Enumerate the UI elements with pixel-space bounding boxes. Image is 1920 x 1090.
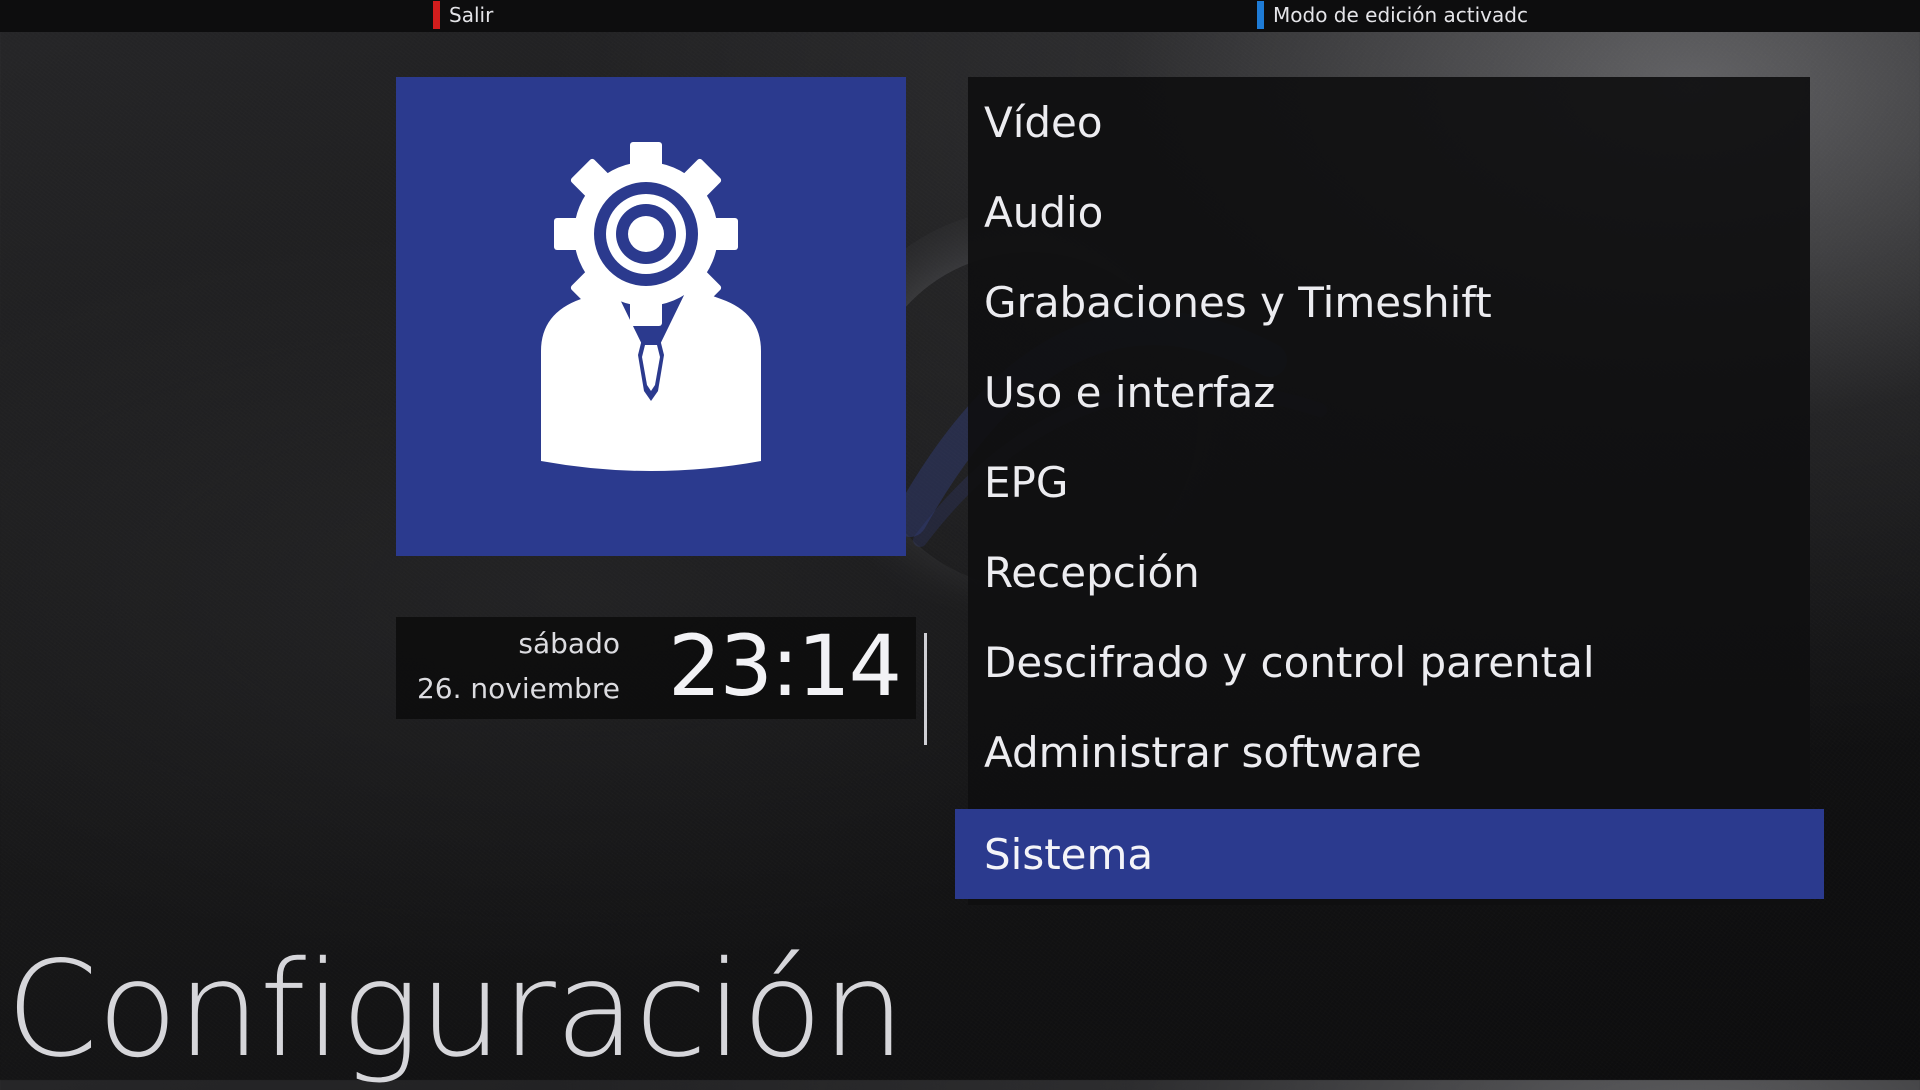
red-key-label: Salir bbox=[449, 3, 494, 27]
menu-icon-tile bbox=[396, 77, 906, 556]
red-key-hint[interactable]: Salir bbox=[433, 0, 493, 30]
blue-key-label: Modo de edición activadc bbox=[1273, 3, 1528, 27]
clock-panel: sábado 26. noviembre 23:14 bbox=[396, 617, 927, 745]
red-key-icon bbox=[433, 1, 440, 29]
clock-date: 26. noviembre bbox=[416, 672, 620, 705]
menu-item-recordings-timeshift[interactable]: Grabaciones y Timeshift bbox=[968, 257, 1810, 347]
menu-item-descrambling-parental[interactable]: Descifrado y control parental bbox=[968, 617, 1810, 707]
clock-divider bbox=[924, 633, 927, 745]
menu-item-reception[interactable]: Recepción bbox=[968, 527, 1810, 617]
menu-item-video[interactable]: Vídeo bbox=[968, 77, 1810, 167]
menu-item-usage-interface[interactable]: Uso e interfaz bbox=[968, 347, 1810, 437]
menu-item-audio[interactable]: Audio bbox=[968, 167, 1810, 257]
menu-item-system[interactable]: Sistema bbox=[955, 809, 1824, 899]
menu-item-epg[interactable]: EPG bbox=[968, 437, 1810, 527]
settings-menu: Vídeo Audio Grabaciones y Timeshift Uso … bbox=[955, 77, 1824, 905]
key-hint-bar: Salir Modo de edición activadc bbox=[0, 0, 1920, 32]
clock-time: 23:14 bbox=[668, 617, 902, 715]
clock-day: sábado bbox=[518, 627, 620, 660]
blue-key-hint[interactable]: Modo de edición activadc bbox=[1257, 0, 1528, 30]
menu-item-software-manager[interactable]: Administrar software bbox=[968, 707, 1810, 797]
blue-key-icon bbox=[1257, 1, 1264, 29]
settings-person-icon bbox=[541, 142, 761, 471]
page-title: Configuración bbox=[6, 933, 905, 1087]
